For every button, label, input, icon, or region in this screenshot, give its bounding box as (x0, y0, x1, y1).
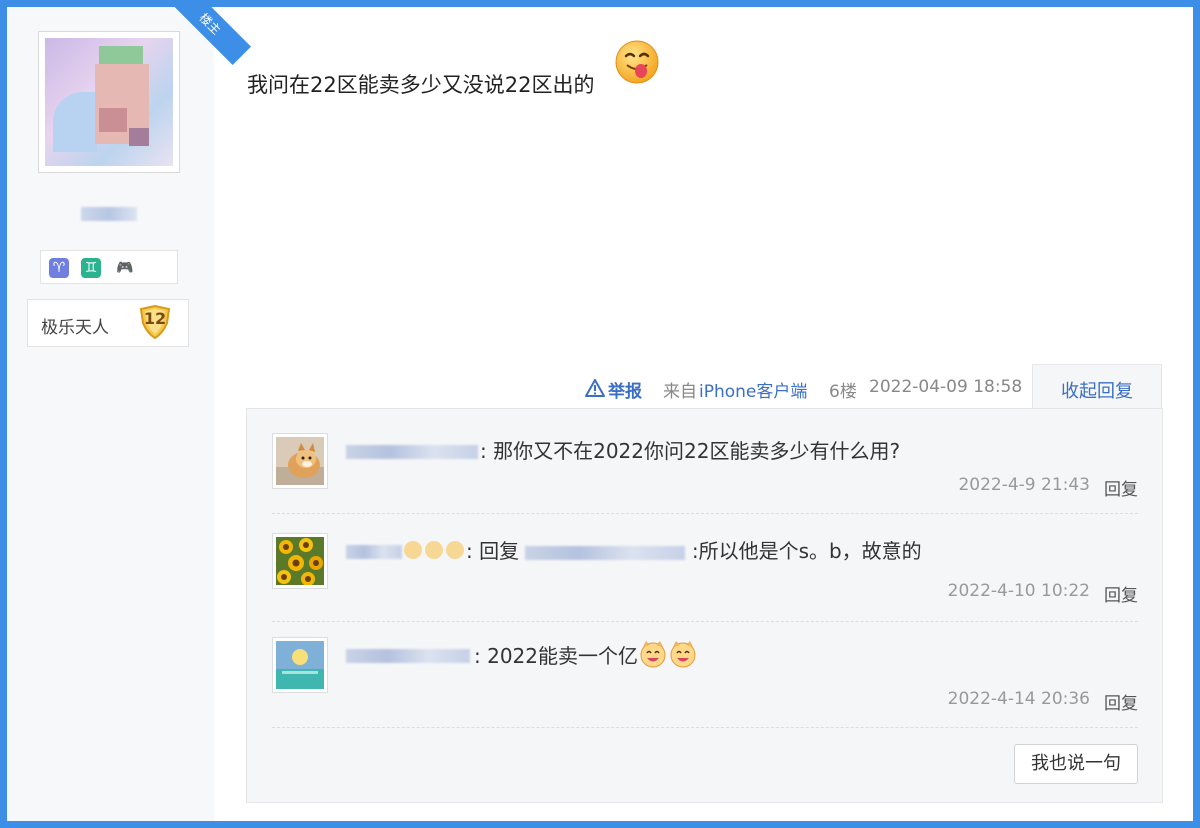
author-avatar[interactable] (38, 31, 180, 173)
collapse-replies-label: 收起回复 (1061, 381, 1133, 402)
laughing-cat-emoji (640, 641, 666, 668)
reply-time: 2022-4-14 20:36 (947, 689, 1090, 709)
reply-item: : 那你又不在2022你问22区能卖多少有什么用? 2022-4-9 21:43… (272, 433, 1138, 514)
say-something-button[interactable]: 我也说一句 (1014, 744, 1138, 784)
author-badges: ♈ ♊ 🎮 (40, 250, 178, 284)
laughing-cat-emoji (670, 641, 696, 668)
author-column: ♈ ♊ 🎮 极乐天人 12 (7, 7, 214, 821)
reply-button[interactable]: 回复 (1104, 689, 1138, 714)
shiba-dog-avatar[interactable] (272, 433, 328, 489)
warning-icon[interactable] (585, 379, 605, 397)
drooling-face-emoji (615, 40, 659, 84)
reply-text: : 回复 :所以他是个s。b，故意的 (466, 535, 922, 564)
reply-text-body: : 2022能卖一个亿 (474, 644, 638, 668)
reply-username-blurred[interactable] (346, 649, 470, 663)
sunset-sea-avatar[interactable] (272, 637, 328, 693)
report-link[interactable]: 举报 (608, 377, 642, 402)
reply-text: : 2022能卖一个亿 (474, 639, 698, 669)
reply-button[interactable]: 回复 (1104, 475, 1138, 500)
collapse-replies-button[interactable]: 收起回复 (1032, 364, 1162, 410)
sunflower-avatar[interactable] (272, 533, 328, 589)
reply-time: 2022-4-10 10:22 (947, 581, 1090, 601)
author-avatar-image (45, 38, 173, 166)
floor-number: 6楼 (829, 382, 857, 402)
reply-item: : 回复 :所以他是个s。b，故意的 2022-4-10 10:22 回复 (272, 533, 1138, 622)
game-controller-icon[interactable]: 🎮 (115, 258, 135, 278)
reply-username-blurred[interactable] (346, 545, 402, 559)
reply-text: : 那你又不在2022你问22区能卖多少有什么用? (480, 439, 901, 463)
post-time: 2022-04-09 18:58 (869, 377, 1023, 397)
from-label: 来自 (663, 382, 697, 402)
author-level[interactable]: 极乐天人 12 (27, 299, 189, 347)
reply-username-blurred[interactable] (346, 445, 478, 459)
post-content: 我问在22区能卖多少又没说22区出的 (247, 73, 595, 97)
reply-button[interactable]: 回复 (1104, 581, 1138, 606)
author-username-blurred[interactable] (81, 207, 137, 221)
mentioned-username-blurred[interactable] (525, 545, 686, 560)
gemini-icon[interactable]: ♊ (81, 258, 101, 278)
level-number: 12 (143, 309, 167, 328)
level-title: 极乐天人 (41, 318, 109, 338)
aries-icon[interactable]: ♈ (49, 258, 69, 278)
emoji-row-icon (404, 541, 464, 559)
reply-panel: : 那你又不在2022你问22区能卖多少有什么用? 2022-4-9 21:43… (246, 408, 1163, 803)
post-frame: ♈ ♊ 🎮 极乐天人 12 楼主 我问在22区能卖多少又没说22区出的 举报 来… (0, 0, 1200, 828)
reply-time: 2022-4-9 21:43 (958, 475, 1090, 495)
reply-item: : 2022能卖一个亿 2022-4-14 20:36 回复 (272, 637, 1138, 728)
reply-suffix: :所以他是个s。b，故意的 (685, 539, 922, 563)
client-link[interactable]: iPhone客户端 (699, 377, 807, 402)
reply-prefix: : 回复 (466, 539, 520, 563)
